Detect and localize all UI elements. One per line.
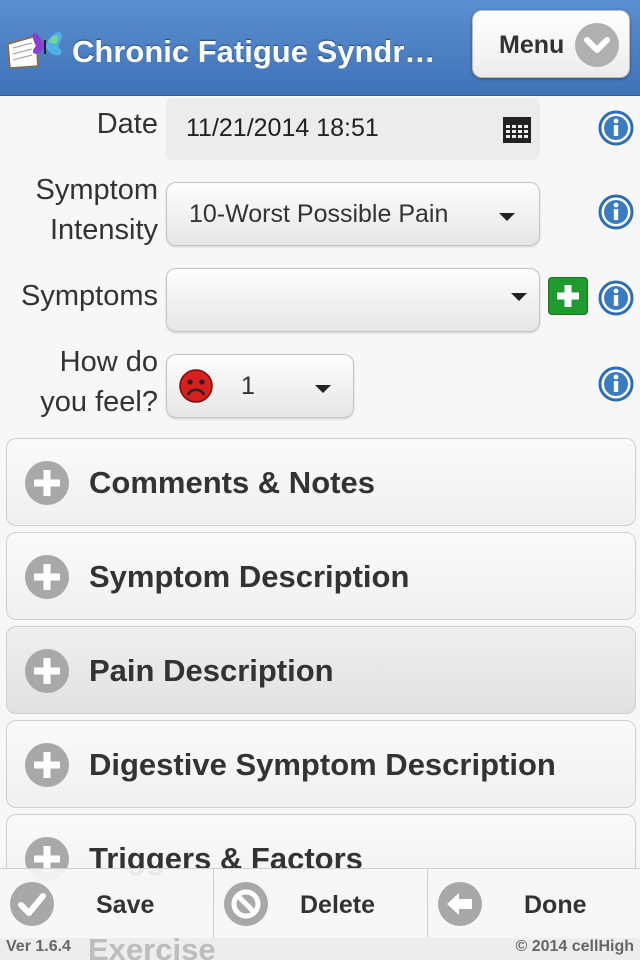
symptoms-info-icon[interactable] (598, 280, 634, 316)
prohibited-icon (224, 882, 268, 926)
section-digestive-symptom-description[interactable]: Digestive Symptom Description (6, 720, 636, 808)
copyright-label: © 2014 cellHigh (515, 938, 634, 955)
app-title: Chronic Fatigue Syndr… (72, 34, 436, 69)
feel-label-line1: How do (59, 346, 158, 378)
section-pain-description[interactable]: Pain Description (6, 626, 636, 714)
calendar-icon[interactable] (502, 114, 532, 149)
plus-icon (557, 285, 579, 307)
caret-down-icon (499, 213, 515, 221)
date-field[interactable]: 11/21/2014 18:51 (166, 98, 540, 160)
date-label: Date (96, 108, 158, 140)
feel-info-icon[interactable] (598, 366, 634, 402)
arrow-left-icon (438, 882, 482, 926)
intensity-select[interactable]: 10-Worst Possible Pain (166, 182, 540, 246)
chevron-down-icon (575, 23, 619, 67)
menu-label: Menu (499, 31, 565, 59)
plus-circle-icon (25, 555, 69, 599)
add-symptom-button[interactable] (548, 277, 588, 315)
intensity-value: 10-Worst Possible Pain (189, 200, 449, 228)
menu-button[interactable]: Menu (472, 10, 630, 78)
plus-circle-icon (25, 649, 69, 693)
delete-label: Delete (300, 891, 376, 919)
bottom-toolbar: Save Delete Done (0, 868, 640, 939)
plus-circle-icon (25, 461, 69, 505)
delete-button[interactable]: Delete (214, 869, 428, 939)
symptoms-select[interactable] (166, 268, 540, 332)
save-label: Save (96, 891, 155, 919)
feel-value: 1 (241, 372, 255, 400)
checkmark-icon (10, 882, 54, 926)
done-button[interactable]: Done (428, 869, 640, 939)
intensity-info-icon[interactable] (598, 194, 634, 230)
plus-circle-icon (25, 743, 69, 787)
section-label: Comments & Notes (89, 465, 375, 500)
done-label: Done (524, 891, 587, 919)
section-comments-notes[interactable]: Comments & Notes (6, 438, 636, 526)
butterfly-book-icon (6, 22, 70, 72)
sad-face-icon (179, 369, 213, 408)
section-label: Symptom Description (89, 559, 410, 594)
date-value: 11/21/2014 18:51 (186, 114, 379, 142)
version-label: Ver 1.6.4 (6, 938, 71, 955)
intensity-label-line1: Symptom (35, 174, 158, 206)
section-exercise-partial: Exercise (88, 932, 216, 960)
section-label: Digestive Symptom Description (89, 747, 556, 782)
caret-down-icon (511, 293, 527, 301)
save-button[interactable]: Save (0, 869, 214, 939)
date-info-icon[interactable] (598, 110, 634, 146)
section-symptom-description[interactable]: Symptom Description (6, 532, 636, 620)
intensity-label-line2: Intensity (50, 214, 158, 246)
caret-down-icon (315, 385, 331, 393)
app-header: Chronic Fatigue Syndr… Menu (0, 0, 640, 96)
section-label: Pain Description (89, 653, 334, 688)
symptoms-label: Symptoms (21, 280, 158, 312)
feel-label-line2: you feel? (40, 386, 158, 418)
feel-select[interactable]: 1 (166, 354, 354, 418)
